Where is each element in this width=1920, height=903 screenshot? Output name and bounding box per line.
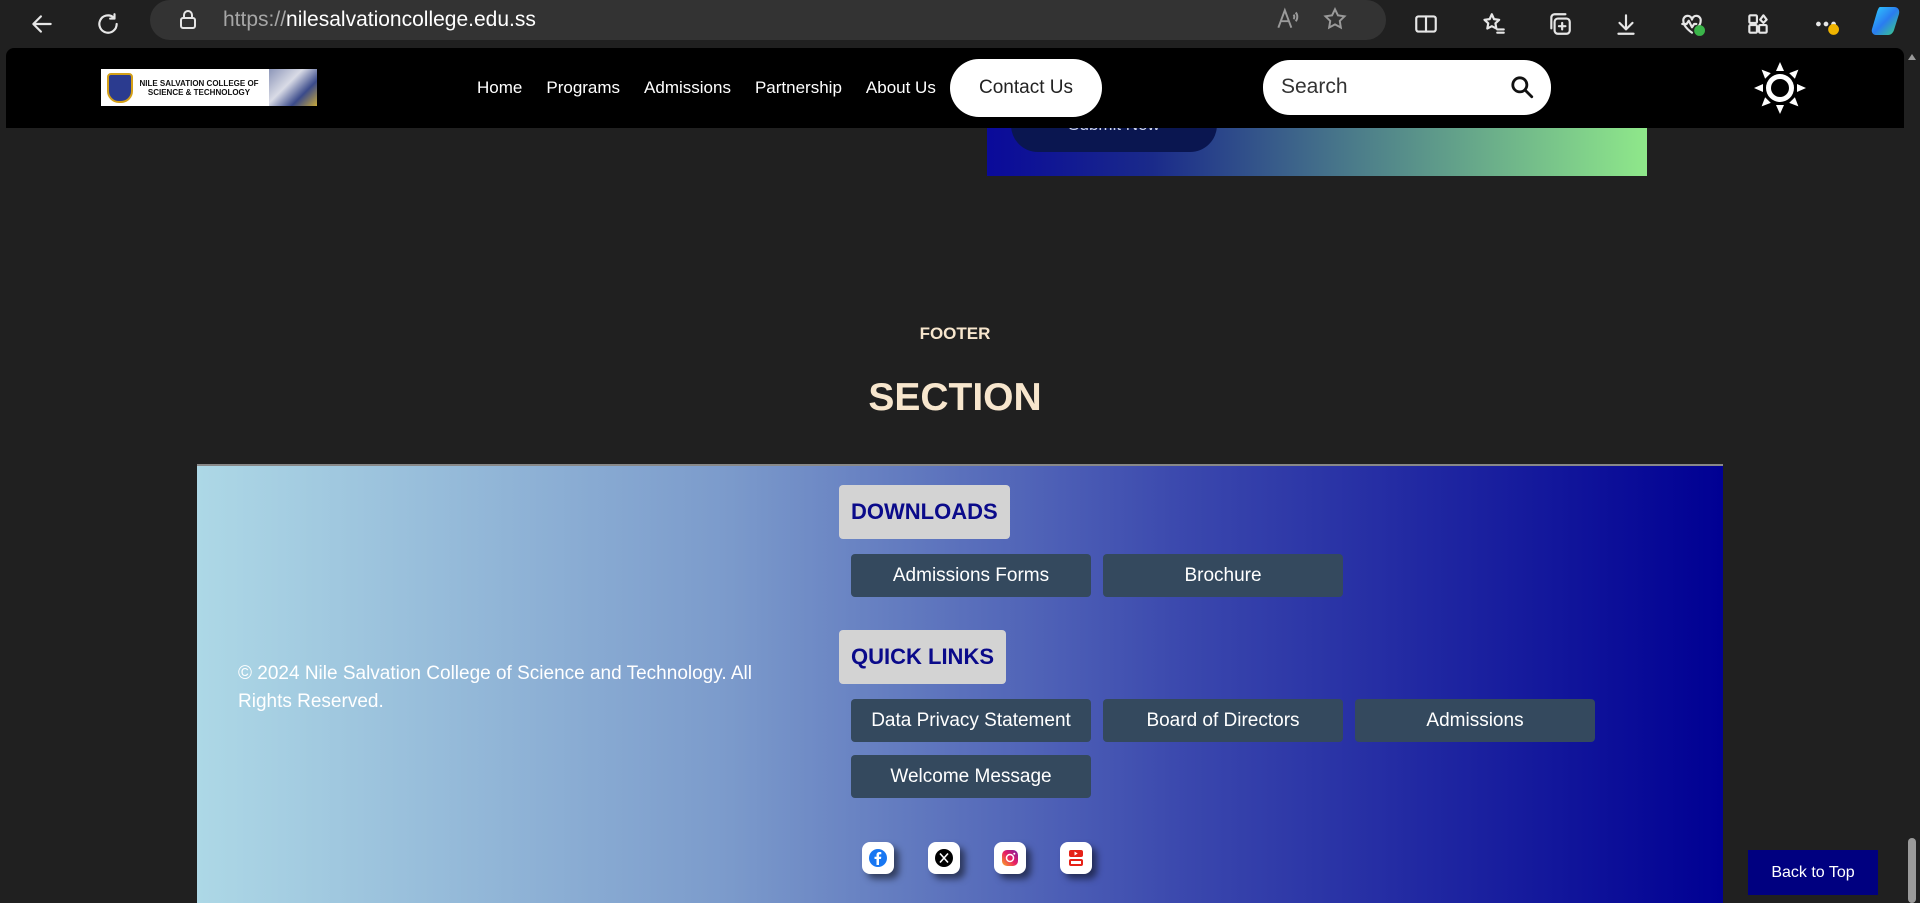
nav-programs[interactable]: Programs — [546, 78, 620, 98]
copilot-icon[interactable] — [1870, 4, 1908, 38]
instagram-icon[interactable] — [994, 842, 1026, 874]
x-twitter-icon[interactable] — [928, 842, 960, 874]
main-nav: Home Programs Admissions Partnership Abo… — [477, 48, 960, 128]
more-options-icon[interactable] — [1806, 4, 1846, 44]
copyright-text: © 2024 Nile Salvation College of Science… — [238, 663, 752, 712]
site-header: NILE SALVATION COLLEGE OF SCIENCE & TECH… — [6, 48, 1904, 128]
browser-toolbar: https://nilesalvationcollege.edu.ss — [0, 0, 1920, 48]
board-of-directors-link[interactable]: Board of Directors — [1103, 699, 1343, 742]
downloads-icon[interactable] — [1606, 4, 1646, 44]
scroll-up-arrow-icon[interactable] — [1908, 54, 1916, 60]
logo-photo — [269, 69, 317, 106]
nav-admissions[interactable]: Admissions — [644, 78, 731, 98]
scrollbar-thumb[interactable] — [1908, 838, 1916, 903]
admissions-forms-button[interactable]: Admissions Forms — [851, 554, 1091, 597]
admissions-link[interactable]: Admissions — [1355, 699, 1595, 742]
back-to-top-button[interactable]: Back to Top — [1748, 850, 1878, 895]
footer-eyebrow: FOOTER — [919, 324, 991, 343]
sun-theme-toggle-icon[interactable] — [1754, 62, 1806, 114]
read-aloud-icon[interactable] — [1274, 6, 1304, 36]
logo-text: NILE SALVATION COLLEGE OF SCIENCE & TECH… — [139, 78, 259, 97]
favorites-icon[interactable] — [1474, 4, 1514, 44]
refresh-icon[interactable] — [88, 4, 128, 44]
search-box — [1263, 60, 1551, 115]
footer-panel: © 2024 Nile Salvation College of Science… — [197, 464, 1723, 903]
contact-us-button[interactable]: Contact Us — [950, 59, 1102, 117]
quick-links-heading: QUICK LINKS — [839, 630, 1006, 684]
url-protocol: https:// — [223, 8, 287, 31]
data-privacy-link[interactable]: Data Privacy Statement — [851, 699, 1091, 742]
extensions-icon[interactable] — [1738, 4, 1778, 44]
welcome-message-link[interactable]: Welcome Message — [851, 755, 1091, 798]
address-bar[interactable]: https://nilesalvationcollege.edu.ss — [150, 0, 1386, 40]
page-scrollbar[interactable] — [1904, 48, 1920, 903]
page-viewport: Submit Now NILE SALVATION COLLEGE OF SCI… — [6, 48, 1904, 903]
youtube-icon[interactable] — [1060, 842, 1092, 874]
brochure-button[interactable]: Brochure — [1103, 554, 1343, 597]
college-logo[interactable]: NILE SALVATION COLLEGE OF SCIENCE & TECH… — [101, 69, 317, 106]
url-host: nilesalvationcollege.edu.ss — [286, 8, 536, 31]
favorite-star-icon[interactable] — [1322, 6, 1352, 36]
search-icon[interactable] — [1509, 74, 1535, 100]
nav-home[interactable]: Home — [477, 78, 522, 98]
facebook-icon[interactable] — [862, 842, 894, 874]
lock-icon[interactable] — [176, 8, 200, 32]
downloads-heading: DOWNLOADS — [839, 485, 1010, 539]
collections-icon[interactable] — [1540, 4, 1580, 44]
browser-essentials-icon[interactable] — [1672, 4, 1712, 44]
college-crest-icon — [107, 72, 133, 103]
url-text[interactable]: https://nilesalvationcollege.edu.ss — [223, 8, 536, 32]
footer-title: SECTION — [868, 376, 1042, 419]
nav-about-us[interactable]: About Us — [866, 78, 936, 98]
search-input[interactable] — [1281, 72, 1501, 102]
split-screen-icon[interactable] — [1406, 4, 1446, 44]
nav-partnership[interactable]: Partnership — [755, 78, 842, 98]
back-arrow-icon[interactable] — [22, 4, 62, 44]
